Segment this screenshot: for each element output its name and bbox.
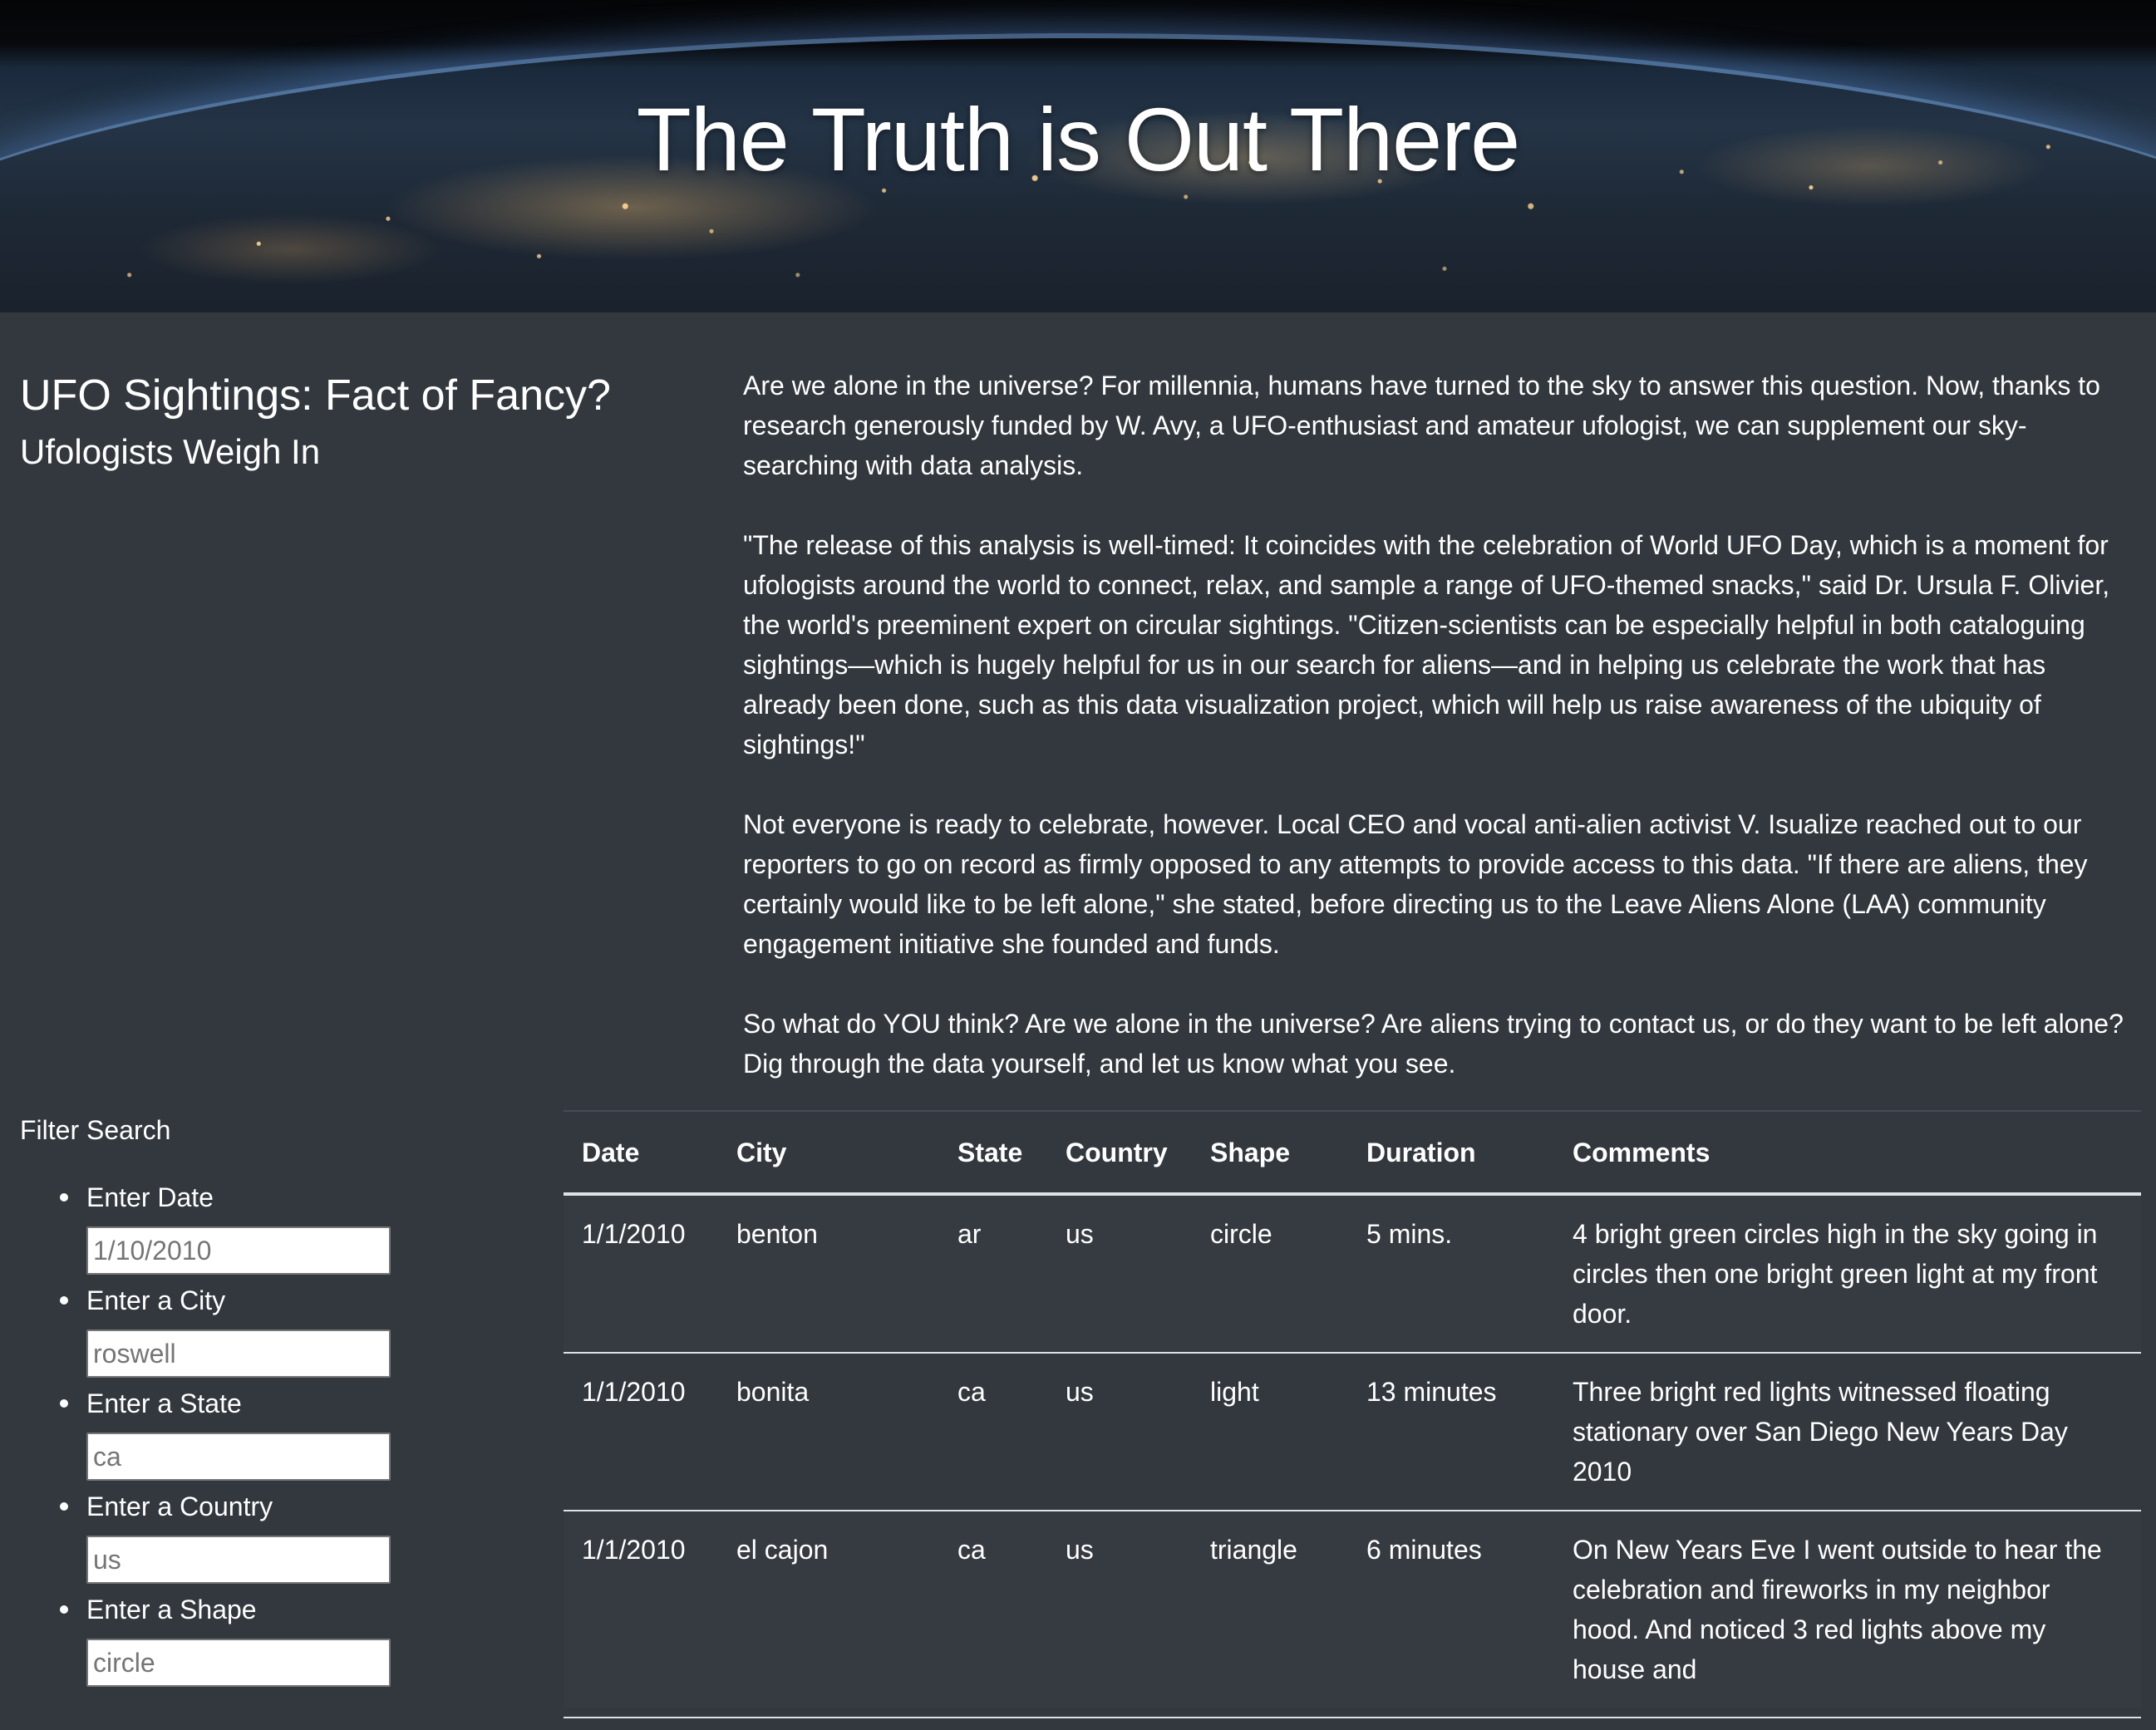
cell-shape: circle (1210, 1219, 1272, 1249)
table-body: 1/1/2010 benton ar us circle 5 mins. 4 b… (564, 1194, 2141, 1708)
cell-date: 1/1/2010 (564, 1510, 718, 1708)
sightings-table: Date City State Country Shape Duration C… (564, 1110, 2141, 1708)
filter-label-date: Enter Date (86, 1182, 214, 1212)
cell-shape: triangle (1192, 1510, 1348, 1708)
cell-country: us (1047, 1510, 1192, 1708)
article-subheadline: Ufologists Weigh In (20, 432, 321, 471)
table-bottom-divider (564, 1717, 2141, 1718)
filter-label-state: Enter a State (86, 1388, 242, 1418)
cell-duration: 13 minutes (1348, 1352, 1554, 1511)
date-filter-input[interactable] (86, 1226, 391, 1275)
filter-item-shape: Enter a Shape (60, 1589, 477, 1692)
cell-country: us (1047, 1352, 1192, 1511)
cell-duration: 6 minutes (1348, 1510, 1554, 1708)
cell-comments: On New Years Eve I went outside to hear … (1554, 1510, 2141, 1708)
hero-title: The Truth is Out There (636, 89, 1520, 189)
article-body: Are we alone in the universe? For millen… (743, 366, 2139, 1084)
cell-date: 1/1/2010 (564, 1352, 718, 1511)
column-header-date: Date (564, 1110, 718, 1196)
cell-city: benton (736, 1219, 818, 1249)
article-paragraph: Are we alone in the universe? For millen… (743, 371, 2100, 480)
state-filter-input[interactable] (86, 1433, 391, 1481)
table-row: 1/1/2010 el cajon ca us triangle 6 minut… (564, 1510, 2141, 1708)
column-header-shape: Shape (1192, 1110, 1348, 1196)
article-paragraph: "The release of this analysis is well-ti… (743, 530, 2110, 759)
cell-state: ar (957, 1219, 982, 1249)
cell-state: ca (939, 1352, 1047, 1511)
table-row: 1/1/2010 bonita ca us light 13 minutes T… (564, 1352, 2141, 1511)
filter-list: Enter Date Enter a City Enter a State En… (60, 1177, 477, 1692)
cell-state: ca (939, 1510, 1047, 1708)
column-header-country: Country (1047, 1110, 1192, 1196)
article-paragraph: So what do YOU think? Are we alone in th… (743, 1009, 2124, 1079)
filter-item-city: Enter a City (60, 1280, 477, 1383)
filter-label-shape: Enter a Shape (86, 1595, 257, 1624)
cell-city: el cajon (718, 1510, 939, 1708)
table-row: 1/1/2010 benton ar us circle 5 mins. 4 b… (564, 1194, 2141, 1353)
hero-banner: The Truth is Out There (0, 0, 2156, 312)
article-paragraph: Not everyone is ready to celebrate, howe… (743, 809, 2088, 959)
filter-item-country: Enter a Country (60, 1486, 477, 1589)
cell-shape: light (1192, 1352, 1348, 1511)
column-header-state: State (939, 1110, 1047, 1196)
column-header-comments: Comments (1554, 1110, 2141, 1196)
filter-item-state: Enter a State (60, 1383, 477, 1486)
sightings-table-container: Date City State Country Shape Duration C… (564, 1110, 2141, 1708)
cell-comments: 4 bright green circles high in the sky g… (1573, 1219, 2098, 1329)
table-header: Date City State Country Shape Duration C… (564, 1110, 2141, 1196)
article-headline: UFO Sightings: Fact of Fancy? (20, 371, 611, 420)
filter-label-country: Enter a Country (86, 1492, 273, 1521)
column-header-city: City (718, 1110, 939, 1196)
column-header-duration: Duration (1348, 1110, 1554, 1196)
city-filter-input[interactable] (86, 1329, 391, 1378)
table-header-row: Date City State Country Shape Duration C… (564, 1110, 2141, 1196)
filter-label-city: Enter a City (86, 1285, 226, 1315)
cell-city: bonita (718, 1352, 939, 1511)
shape-filter-input[interactable] (86, 1639, 391, 1687)
filter-item-date: Enter Date (60, 1177, 477, 1280)
cell-comments: Three bright red lights witnessed floati… (1554, 1352, 2141, 1511)
filter-search-title: Filter Search (20, 1115, 171, 1145)
cell-date: 1/1/2010 (582, 1219, 686, 1249)
cell-country: us (1066, 1219, 1094, 1249)
country-filter-input[interactable] (86, 1536, 391, 1584)
cell-duration: 5 mins. (1366, 1219, 1453, 1249)
